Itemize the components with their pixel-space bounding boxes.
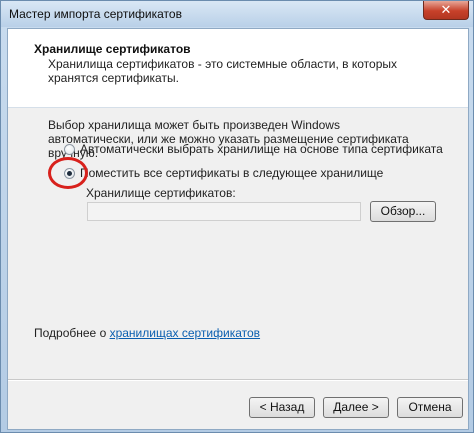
title-bar: Мастер импорта сертификатов ✕ [1, 1, 473, 27]
page-title: Хранилище сертификатов [34, 42, 191, 56]
footer-separator [8, 379, 468, 381]
more-info-text: Подробнее о хранилищах сертификатов [34, 326, 260, 340]
radio-place-all-in-store-label[interactable]: Поместить все сертификаты в следующее хр… [80, 166, 383, 180]
wizard-page: Хранилище сертификатов Хранилища сертифи… [7, 28, 469, 430]
close-icon: ✕ [440, 2, 452, 17]
header-band: Хранилище сертификатов Хранилища сертифи… [8, 29, 468, 108]
radio-auto-select-control[interactable] [64, 143, 75, 155]
window-title: Мастер импорта сертификатов [9, 7, 182, 21]
radio-place-all-in-store[interactable]: Поместить все сертификаты в следующее хр… [64, 166, 383, 180]
close-button[interactable]: ✕ [423, 1, 469, 20]
highlight-ring-annotation [48, 157, 88, 189]
browse-button[interactable]: Обзор... [370, 201, 436, 222]
store-field [87, 202, 361, 221]
radio-auto-select[interactable]: Автоматически выбрать хранилище на основ… [64, 142, 443, 156]
store-field-label: Хранилище сертификатов: [86, 186, 236, 200]
more-info-prefix: Подробнее о [34, 326, 110, 340]
next-button[interactable]: Далее > [323, 397, 389, 418]
back-button[interactable]: < Назад [249, 397, 315, 418]
certificate-stores-link[interactable]: хранилищах сертификатов [110, 326, 260, 340]
page-description: Хранилища сертификатов - это системные о… [48, 57, 397, 85]
cancel-button[interactable]: Отмена [397, 397, 463, 418]
certificate-import-wizard-window: Мастер импорта сертификатов ✕ Хранилище … [0, 0, 474, 433]
radio-auto-select-label[interactable]: Автоматически выбрать хранилище на основ… [80, 142, 443, 156]
